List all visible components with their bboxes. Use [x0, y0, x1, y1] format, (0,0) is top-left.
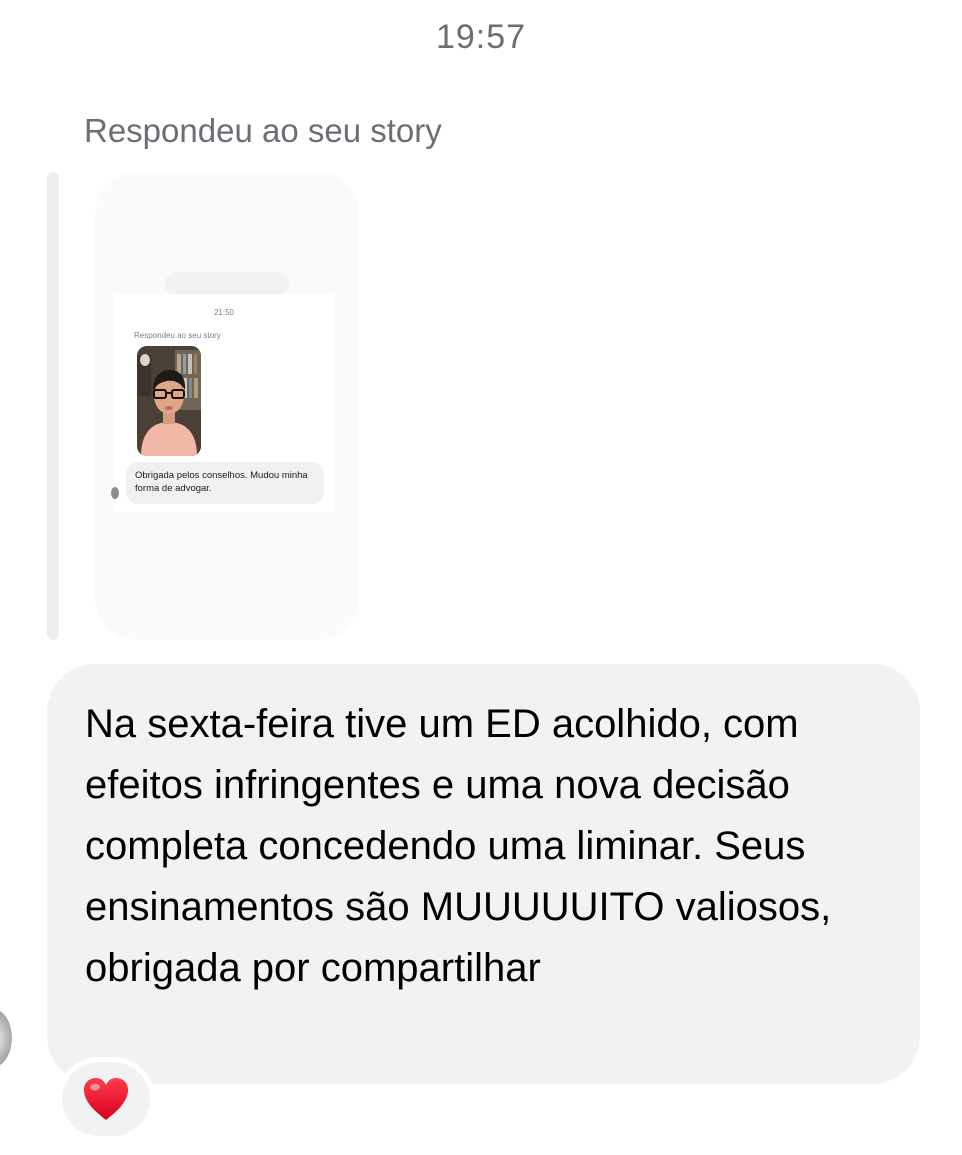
story-thumbnail[interactable]: 21:50 Respondeu ao seu story Obrigada pe… — [95, 172, 359, 640]
message-text: Na sexta-feira tive um ED acolhido, com … — [85, 702, 832, 990]
story-screenshot-message: Obrigada pelos conselhos. Mudou minha fo… — [135, 470, 308, 494]
sender-avatar[interactable] — [0, 1008, 12, 1068]
story-notch — [165, 272, 289, 296]
story-screenshot-avatar — [111, 487, 119, 499]
heart-icon — [84, 1078, 128, 1120]
story-person-photo — [137, 346, 201, 456]
story-reply-label: Respondeu ao seu story — [84, 112, 442, 149]
reply-indicator-bar — [47, 172, 59, 640]
story-screenshot-time: 21:50 — [213, 308, 235, 317]
message-timestamp: 19:57 — [435, 18, 527, 56]
story-screenshot-reply-label: Respondeu ao seu story — [134, 331, 221, 340]
received-message-bubble[interactable]: Na sexta-feira tive um ED acolhido, com … — [47, 664, 920, 1084]
story-screenshot-bubble: Obrigada pelos conselhos. Mudou minha fo… — [126, 462, 324, 504]
story-screenshot: 21:50 Respondeu ao seu story Obrigada pe… — [111, 294, 333, 512]
message-reaction[interactable] — [62, 1062, 150, 1136]
